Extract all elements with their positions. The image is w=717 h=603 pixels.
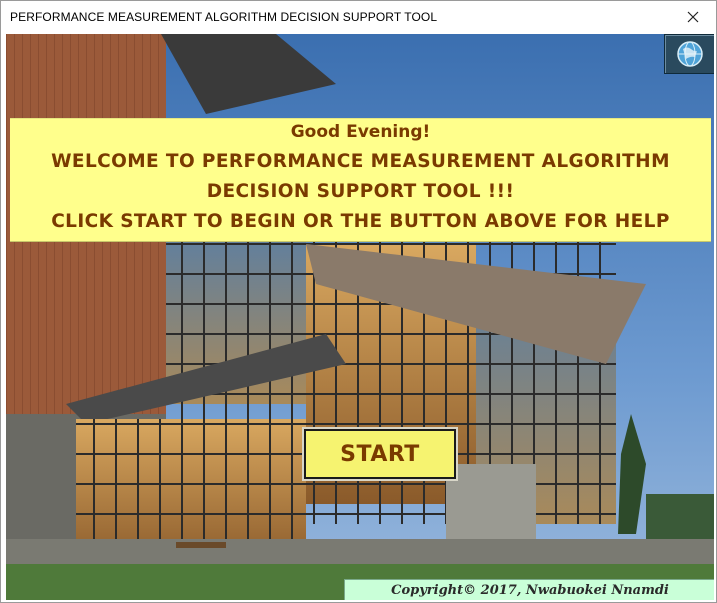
title-bar: PERFORMANCE MEASUREMENT ALGORITHM DECISI…: [1, 1, 716, 33]
welcome-banner: Good Evening! WELCOME TO PERFORMANCE MEA…: [10, 118, 711, 242]
copyright-label: Copyright© 2017, Nwabuokei Nnamdi: [344, 579, 714, 600]
help-button[interactable]: [664, 34, 714, 74]
welcome-line-3: CLICK START TO BEGIN OR THE BUTTON ABOVE…: [51, 211, 670, 232]
app-window: PERFORMANCE MEASUREMENT ALGORITHM DECISI…: [0, 0, 717, 603]
close-button[interactable]: [670, 1, 716, 33]
start-button[interactable]: START: [302, 427, 458, 481]
main-form: Good Evening! WELCOME TO PERFORMANCE MEA…: [6, 34, 714, 600]
window-title: PERFORMANCE MEASUREMENT ALGORITHM DECISI…: [10, 10, 438, 24]
globe-icon: [677, 41, 703, 67]
welcome-line-2: DECISION SUPPORT TOOL !!!: [206, 181, 515, 202]
greeting-text: Good Evening!: [290, 122, 431, 142]
welcome-line-1: WELCOME TO PERFORMANCE MEASUREMENT ALGOR…: [51, 151, 670, 172]
close-icon: [687, 11, 699, 23]
